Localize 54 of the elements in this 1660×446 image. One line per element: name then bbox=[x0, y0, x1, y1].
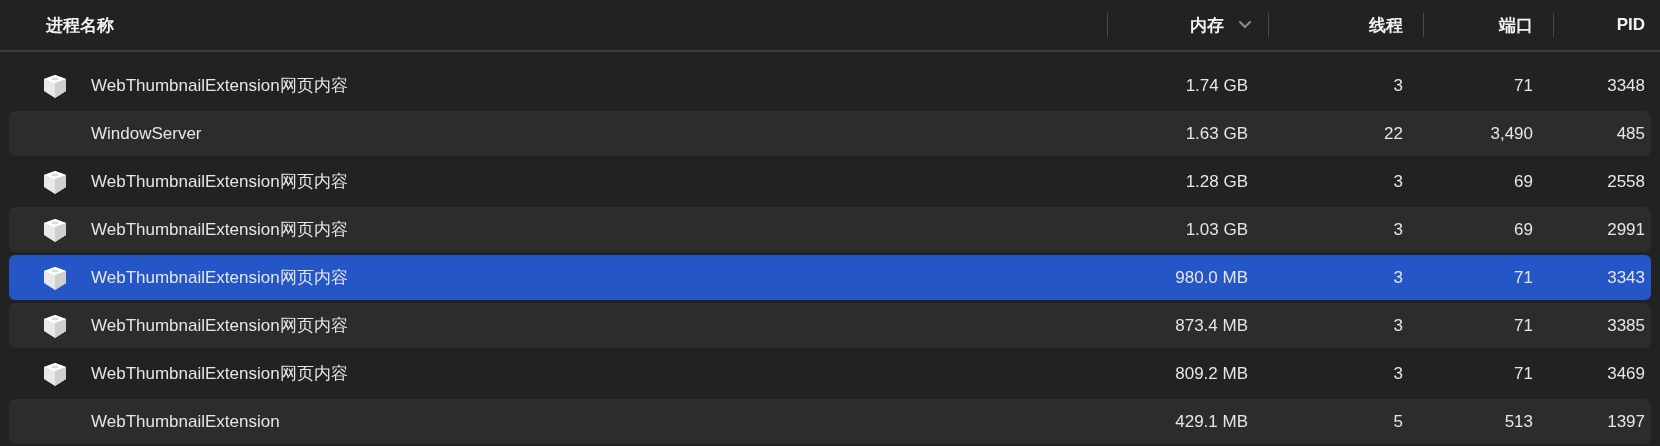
table-cell-text: 429.1 MB bbox=[1174, 411, 1249, 432]
table-row[interactable]: WebThumbnailExtension 429.1 MB 5 513 1397 bbox=[9, 399, 1651, 444]
table-cell-text: 3469 bbox=[1606, 363, 1646, 384]
table-cell-text: 3 bbox=[1392, 267, 1404, 288]
table-cell-text: 1397 bbox=[1606, 411, 1646, 432]
table-cell-text: 5 bbox=[1392, 411, 1404, 432]
table-cell-text: 71 bbox=[1513, 363, 1534, 384]
table-cell-text: 809.2 MB bbox=[1174, 363, 1249, 384]
table-cell-text: 3 bbox=[1392, 315, 1404, 336]
column-header[interactable]: PID bbox=[1616, 15, 1645, 35]
table-cell-text: 3348 bbox=[1606, 75, 1646, 96]
table-cell-text: 980.0 MB bbox=[1174, 267, 1249, 288]
process-name: WebThumbnailExtension网页内容 bbox=[91, 171, 348, 193]
table-cell-text: 22 bbox=[1383, 123, 1404, 144]
process-name: WebThumbnailExtension网页内容 bbox=[91, 315, 348, 337]
process-name: WindowServer bbox=[91, 123, 202, 144]
table-row[interactable]: WebThumbnailExtension网页内容 980.0 MB 3 71 3343 bbox=[9, 255, 1651, 300]
column-header[interactable]: 进程名称 bbox=[46, 13, 114, 37]
table-cell-text: 2991 bbox=[1606, 219, 1646, 240]
table-row[interactable]: WebThumbnailExtension网页内容 809.2 MB 3 71 3469 bbox=[9, 351, 1651, 396]
table-cell-text: 1.74 GB bbox=[1184, 75, 1249, 96]
chevron-down-icon[interactable] bbox=[1238, 20, 1252, 30]
table-row[interactable]: WebThumbnailExtension网页内容 873.4 MB 3 71 3385 bbox=[9, 303, 1651, 348]
table-cell-text: 1.03 GB bbox=[1184, 219, 1249, 240]
table-cell-text: 3 bbox=[1392, 363, 1404, 384]
table-cell-text: 873.4 MB bbox=[1174, 315, 1249, 336]
table-cell-text: 1.28 GB bbox=[1184, 171, 1249, 192]
table-cell-text: 485 bbox=[1615, 123, 1646, 144]
table-cell-text: 71 bbox=[1513, 267, 1534, 288]
column-header[interactable]: 内存 bbox=[1190, 13, 1224, 37]
process-name: WebThumbnailExtension网页内容 bbox=[91, 267, 348, 289]
table-cell-text: 71 bbox=[1513, 315, 1534, 336]
table-cell-text: 3385 bbox=[1606, 315, 1646, 336]
table-cell-text: 513 bbox=[1503, 411, 1534, 432]
table-row[interactable]: WebThumbnailExtension网页内容 1.74 GB 3 71 3348 bbox=[9, 63, 1651, 108]
table-cell-text: 3 bbox=[1392, 219, 1404, 240]
table-cell-text: 3,490 bbox=[1489, 123, 1534, 144]
table-cell-text: 3343 bbox=[1606, 267, 1646, 288]
column-header[interactable]: 线程 bbox=[1369, 13, 1403, 37]
column-header[interactable]: 端口 bbox=[1499, 13, 1533, 37]
table-row[interactable]: WindowServer 1.63 GB 22 3,490 485 bbox=[9, 111, 1651, 156]
table-cell-text: 69 bbox=[1513, 171, 1534, 192]
process-name: WebThumbnailExtension bbox=[91, 411, 280, 432]
table-cell-text: 3 bbox=[1392, 171, 1404, 192]
table-cell-text: 2558 bbox=[1606, 171, 1646, 192]
table-row[interactable]: WebThumbnailExtension网页内容 1.28 GB 3 69 2558 bbox=[9, 159, 1651, 204]
process-name: WebThumbnailExtension网页内容 bbox=[91, 363, 348, 385]
table-cell-text: 71 bbox=[1513, 75, 1534, 96]
table-cell-text: 1.63 GB bbox=[1184, 123, 1249, 144]
table-cell-text: 3 bbox=[1392, 75, 1404, 96]
process-name: WebThumbnailExtension网页内容 bbox=[91, 219, 348, 241]
process-name: WebThumbnailExtension网页内容 bbox=[91, 75, 348, 97]
table-row[interactable]: WebThumbnailExtension网页内容 1.03 GB 3 69 2991 bbox=[9, 207, 1651, 252]
table-cell-text: 69 bbox=[1513, 219, 1534, 240]
